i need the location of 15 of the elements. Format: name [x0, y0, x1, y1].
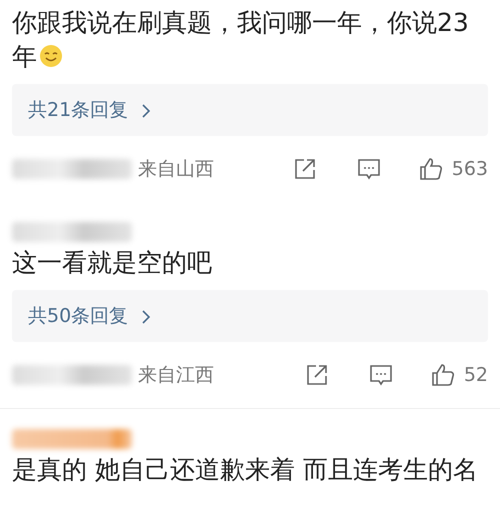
location-text: 来自江西	[138, 362, 214, 388]
like-count: 563	[452, 156, 488, 182]
thumbs-up-icon[interactable]	[430, 362, 456, 388]
chevron-right-icon	[140, 102, 152, 119]
comment-text: 是真的 她自己还道歉来着 而且连考生的名	[12, 454, 479, 486]
comment-text: 你跟我说在刷真题，我问哪一年，你说23年	[12, 7, 470, 73]
comment-text: 这一看就是空的吧	[12, 247, 213, 279]
chevron-right-icon	[140, 308, 152, 325]
replies-link[interactable]: 共50条回复	[28, 302, 152, 330]
comment-icon[interactable]	[356, 156, 382, 182]
comment-icon[interactable]	[368, 362, 394, 388]
like-count: 52	[464, 362, 488, 388]
thumbs-up-icon[interactable]	[418, 156, 444, 182]
replies-link[interactable]: 共21条回复	[28, 96, 152, 124]
location-text: 来自山西	[138, 156, 214, 182]
